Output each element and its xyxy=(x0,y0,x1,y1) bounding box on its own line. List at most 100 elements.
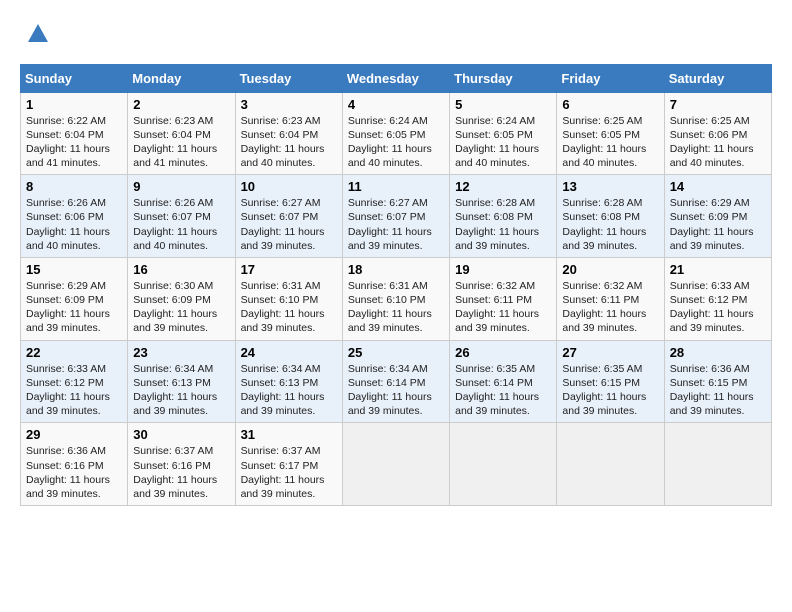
calendar-cell: 31 Sunrise: 6:37 AM Sunset: 6:17 PM Dayli… xyxy=(235,423,342,506)
cell-info: Sunrise: 6:36 AM Sunset: 6:16 PM Dayligh… xyxy=(26,444,122,501)
day-header-friday: Friday xyxy=(557,64,664,92)
cell-info: Sunrise: 6:24 AM Sunset: 6:05 PM Dayligh… xyxy=(455,114,551,171)
cell-info: Sunrise: 6:22 AM Sunset: 6:04 PM Dayligh… xyxy=(26,114,122,171)
cell-info: Sunrise: 6:23 AM Sunset: 6:04 PM Dayligh… xyxy=(133,114,229,171)
calendar-header-row: SundayMondayTuesdayWednesdayThursdayFrid… xyxy=(21,64,772,92)
day-number: 16 xyxy=(133,262,229,277)
calendar-week-4: 22 Sunrise: 6:33 AM Sunset: 6:12 PM Dayli… xyxy=(21,340,772,423)
day-number: 5 xyxy=(455,97,551,112)
calendar-cell: 21 Sunrise: 6:33 AM Sunset: 6:12 PM Dayli… xyxy=(664,257,771,340)
cell-info: Sunrise: 6:23 AM Sunset: 6:04 PM Dayligh… xyxy=(241,114,337,171)
day-number: 24 xyxy=(241,345,337,360)
day-number: 3 xyxy=(241,97,337,112)
day-number: 1 xyxy=(26,97,122,112)
calendar-cell: 3 Sunrise: 6:23 AM Sunset: 6:04 PM Daylig… xyxy=(235,92,342,175)
day-number: 18 xyxy=(348,262,444,277)
logo xyxy=(20,20,52,54)
cell-info: Sunrise: 6:34 AM Sunset: 6:14 PM Dayligh… xyxy=(348,362,444,419)
day-number: 7 xyxy=(670,97,766,112)
calendar-week-5: 29 Sunrise: 6:36 AM Sunset: 6:16 PM Dayli… xyxy=(21,423,772,506)
day-header-saturday: Saturday xyxy=(664,64,771,92)
cell-info: Sunrise: 6:33 AM Sunset: 6:12 PM Dayligh… xyxy=(670,279,766,336)
day-number: 15 xyxy=(26,262,122,277)
calendar-cell: 13Sunrise: 6:28 AM Sunset: 6:08 PM Dayli… xyxy=(557,175,664,258)
cell-info: Sunrise: 6:27 AM Sunset: 6:07 PM Dayligh… xyxy=(241,196,337,253)
day-header-tuesday: Tuesday xyxy=(235,64,342,92)
cell-info: Sunrise: 6:31 AM Sunset: 6:10 PM Dayligh… xyxy=(241,279,337,336)
cell-info: Sunrise: 6:29 AM Sunset: 6:09 PM Dayligh… xyxy=(26,279,122,336)
day-number: 8 xyxy=(26,179,122,194)
calendar-cell: 9Sunrise: 6:26 AM Sunset: 6:07 PM Daylig… xyxy=(128,175,235,258)
calendar-cell: 27 Sunrise: 6:35 AM Sunset: 6:15 PM Dayli… xyxy=(557,340,664,423)
cell-info: Sunrise: 6:31 AM Sunset: 6:10 PM Dayligh… xyxy=(348,279,444,336)
day-number: 11 xyxy=(348,179,444,194)
day-number: 21 xyxy=(670,262,766,277)
cell-info: Sunrise: 6:34 AM Sunset: 6:13 PM Dayligh… xyxy=(241,362,337,419)
day-number: 20 xyxy=(562,262,658,277)
calendar-cell: 22 Sunrise: 6:33 AM Sunset: 6:12 PM Dayli… xyxy=(21,340,128,423)
cell-info: Sunrise: 6:26 AM Sunset: 6:06 PM Dayligh… xyxy=(26,196,122,253)
calendar-cell: 24 Sunrise: 6:34 AM Sunset: 6:13 PM Dayli… xyxy=(235,340,342,423)
cell-info: Sunrise: 6:24 AM Sunset: 6:05 PM Dayligh… xyxy=(348,114,444,171)
calendar-table: SundayMondayTuesdayWednesdayThursdayFrid… xyxy=(20,64,772,506)
calendar-cell xyxy=(557,423,664,506)
calendar-cell: 23Sunrise: 6:34 AM Sunset: 6:13 PM Dayli… xyxy=(128,340,235,423)
calendar-cell: 8 Sunrise: 6:26 AM Sunset: 6:06 PM Daylig… xyxy=(21,175,128,258)
calendar-body: 1 Sunrise: 6:22 AM Sunset: 6:04 PM Daylig… xyxy=(21,92,772,505)
cell-info: Sunrise: 6:35 AM Sunset: 6:14 PM Dayligh… xyxy=(455,362,551,419)
day-number: 26 xyxy=(455,345,551,360)
cell-info: Sunrise: 6:37 AM Sunset: 6:17 PM Dayligh… xyxy=(241,444,337,501)
cell-info: Sunrise: 6:36 AM Sunset: 6:15 PM Dayligh… xyxy=(670,362,766,419)
day-number: 31 xyxy=(241,427,337,442)
cell-info: Sunrise: 6:28 AM Sunset: 6:08 PM Dayligh… xyxy=(455,196,551,253)
calendar-cell: 26 Sunrise: 6:35 AM Sunset: 6:14 PM Dayli… xyxy=(450,340,557,423)
day-header-sunday: Sunday xyxy=(21,64,128,92)
day-number: 22 xyxy=(26,345,122,360)
cell-info: Sunrise: 6:32 AM Sunset: 6:11 PM Dayligh… xyxy=(562,279,658,336)
day-number: 28 xyxy=(670,345,766,360)
day-number: 14 xyxy=(670,179,766,194)
cell-info: Sunrise: 6:25 AM Sunset: 6:05 PM Dayligh… xyxy=(562,114,658,171)
calendar-cell: 29 Sunrise: 6:36 AM Sunset: 6:16 PM Dayli… xyxy=(21,423,128,506)
calendar-cell: 2 Sunrise: 6:23 AM Sunset: 6:04 PM Daylig… xyxy=(128,92,235,175)
day-header-monday: Monday xyxy=(128,64,235,92)
cell-info: Sunrise: 6:27 AM Sunset: 6:07 PM Dayligh… xyxy=(348,196,444,253)
cell-info: Sunrise: 6:37 AM Sunset: 6:16 PM Dayligh… xyxy=(133,444,229,501)
cell-info: Sunrise: 6:30 AM Sunset: 6:09 PM Dayligh… xyxy=(133,279,229,336)
calendar-cell xyxy=(342,423,449,506)
calendar-cell: 1 Sunrise: 6:22 AM Sunset: 6:04 PM Daylig… xyxy=(21,92,128,175)
day-number: 25 xyxy=(348,345,444,360)
day-number: 10 xyxy=(241,179,337,194)
calendar-cell: 19 Sunrise: 6:32 AM Sunset: 6:11 PM Dayli… xyxy=(450,257,557,340)
calendar-cell xyxy=(450,423,557,506)
logo-icon xyxy=(24,20,52,48)
calendar-cell: 25 Sunrise: 6:34 AM Sunset: 6:14 PM Dayli… xyxy=(342,340,449,423)
day-number: 4 xyxy=(348,97,444,112)
calendar-cell: 10 Sunrise: 6:27 AM Sunset: 6:07 PM Dayli… xyxy=(235,175,342,258)
day-number: 30 xyxy=(133,427,229,442)
cell-info: Sunrise: 6:26 AM Sunset: 6:07 PM Dayligh… xyxy=(133,196,229,253)
day-header-thursday: Thursday xyxy=(450,64,557,92)
day-number: 2 xyxy=(133,97,229,112)
calendar-cell: 6Sunrise: 6:25 AM Sunset: 6:05 PM Daylig… xyxy=(557,92,664,175)
day-number: 29 xyxy=(26,427,122,442)
calendar-cell: 16 Sunrise: 6:30 AM Sunset: 6:09 PM Dayli… xyxy=(128,257,235,340)
day-number: 19 xyxy=(455,262,551,277)
calendar-week-2: 8 Sunrise: 6:26 AM Sunset: 6:06 PM Daylig… xyxy=(21,175,772,258)
calendar-cell: 4 Sunrise: 6:24 AM Sunset: 6:05 PM Daylig… xyxy=(342,92,449,175)
calendar-cell: 20 Sunrise: 6:32 AM Sunset: 6:11 PM Dayli… xyxy=(557,257,664,340)
calendar-cell: 28 Sunrise: 6:36 AM Sunset: 6:15 PM Dayli… xyxy=(664,340,771,423)
calendar-cell: 15 Sunrise: 6:29 AM Sunset: 6:09 PM Dayli… xyxy=(21,257,128,340)
cell-info: Sunrise: 6:33 AM Sunset: 6:12 PM Dayligh… xyxy=(26,362,122,419)
day-number: 27 xyxy=(562,345,658,360)
cell-info: Sunrise: 6:28 AM Sunset: 6:08 PM Dayligh… xyxy=(562,196,658,253)
cell-info: Sunrise: 6:35 AM Sunset: 6:15 PM Dayligh… xyxy=(562,362,658,419)
cell-info: Sunrise: 6:25 AM Sunset: 6:06 PM Dayligh… xyxy=(670,114,766,171)
cell-info: Sunrise: 6:29 AM Sunset: 6:09 PM Dayligh… xyxy=(670,196,766,253)
calendar-cell: 12 Sunrise: 6:28 AM Sunset: 6:08 PM Dayli… xyxy=(450,175,557,258)
cell-info: Sunrise: 6:32 AM Sunset: 6:11 PM Dayligh… xyxy=(455,279,551,336)
cell-info: Sunrise: 6:34 AM Sunset: 6:13 PM Dayligh… xyxy=(133,362,229,419)
day-number: 12 xyxy=(455,179,551,194)
day-number: 17 xyxy=(241,262,337,277)
calendar-cell: 11 Sunrise: 6:27 AM Sunset: 6:07 PM Dayli… xyxy=(342,175,449,258)
